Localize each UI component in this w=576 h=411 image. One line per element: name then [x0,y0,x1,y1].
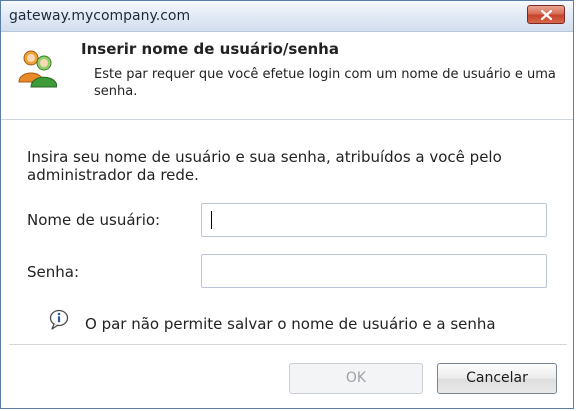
dialog-header: Inserir nome de usuário/senha Este par r… [1,32,573,118]
password-field[interactable] [201,254,547,288]
close-button[interactable] [527,5,565,24]
password-label: Senha: [27,263,80,281]
ok-button[interactable]: OK [289,363,423,394]
footer-divider [9,344,567,345]
info-message: O par não permite salvar o nome de usuár… [85,315,496,333]
info-icon [49,309,69,330]
login-dialog: gateway.mycompany.com Inserir nome de us… [0,0,574,409]
dialog-description: Este par requer que você efetue login co… [94,67,556,99]
close-icon [541,10,552,20]
username-label: Nome de usuário: [27,211,161,229]
cancel-button[interactable]: Cancelar [437,363,557,394]
username-field[interactable] [201,203,547,237]
instructions-text: Insira seu nome de usuário e sua senha, … [27,148,502,184]
header-divider [1,119,573,120]
dialog-heading: Inserir nome de usuário/senha [81,40,339,58]
users-icon [18,50,57,88]
title-bar[interactable]: gateway.mycompany.com [1,1,573,32]
window-title: gateway.mycompany.com [9,8,191,24]
text-caret [211,211,212,229]
